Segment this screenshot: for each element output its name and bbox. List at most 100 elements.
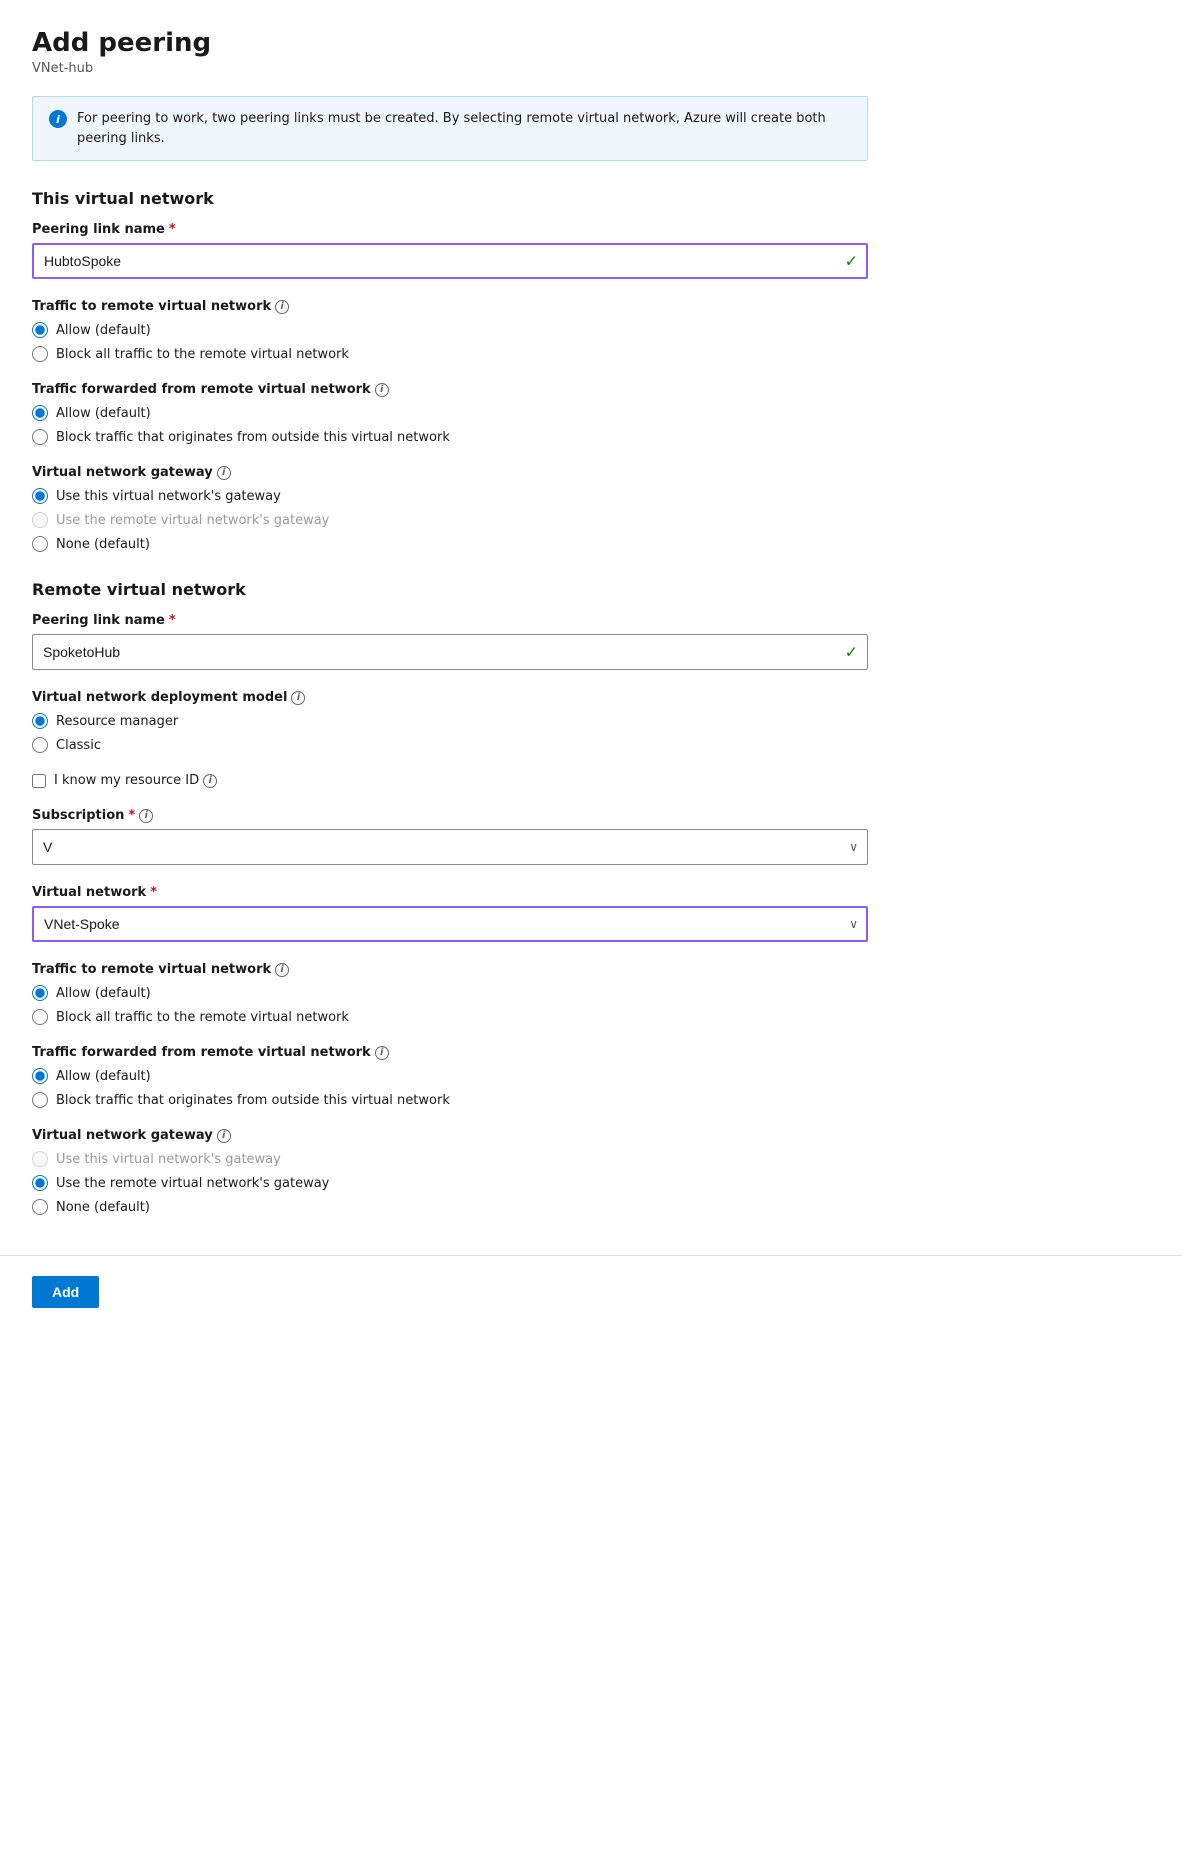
- remote-gateway-remote[interactable]: Use the remote virtual network's gateway: [32, 1175, 868, 1191]
- this-traffic-forwarded-radio-group: Allow (default) Block traffic that origi…: [32, 405, 868, 445]
- remote-peering-link-name-label: Peering link name *: [32, 613, 868, 628]
- subscription-info-icon[interactable]: i: [139, 809, 153, 823]
- remote-virtual-network-section: Remote virtual network Peering link name…: [32, 580, 868, 1215]
- remote-vnet-gateway-label: Virtual network gateway i: [32, 1128, 868, 1143]
- this-peering-link-name-input[interactable]: [32, 243, 868, 279]
- virtual-network-group: Virtual network * VNet-Spoke ∨: [32, 885, 868, 942]
- this-traffic-forwarded-label: Traffic forwarded from remote virtual ne…: [32, 382, 868, 397]
- remote-traffic-remote-group: Traffic to remote virtual network i Allo…: [32, 962, 868, 1025]
- remote-vnet-section-title: Remote virtual network: [32, 580, 868, 599]
- remote-traffic-forwarded-allow-label: Allow (default): [56, 1069, 151, 1084]
- add-button[interactable]: Add: [32, 1276, 99, 1308]
- remote-traffic-remote-block[interactable]: Block all traffic to the remote virtual …: [32, 1009, 868, 1025]
- deployment-classic[interactable]: Classic: [32, 737, 868, 753]
- deployment-classic-label: Classic: [56, 738, 101, 753]
- remote-gateway-remote-label: Use the remote virtual network's gateway: [56, 1176, 329, 1191]
- this-traffic-remote-block[interactable]: Block all traffic to the remote virtual …: [32, 346, 868, 362]
- remote-peering-link-name-wrapper: ✓: [32, 634, 868, 670]
- remote-peering-link-name-group: Peering link name * ✓: [32, 613, 868, 670]
- remote-traffic-remote-allow[interactable]: Allow (default): [32, 985, 868, 1001]
- virtual-network-select[interactable]: VNet-Spoke: [32, 906, 868, 942]
- remote-gateway-this-label: Use this virtual network's gateway: [56, 1152, 281, 1167]
- remote-vnet-gateway-radio-group: Use this virtual network's gateway Use t…: [32, 1151, 868, 1215]
- this-virtual-network-section: This virtual network Peering link name *…: [32, 189, 868, 552]
- page-subtitle: VNet-hub: [32, 61, 868, 76]
- this-traffic-remote-allow-label: Allow (default): [56, 323, 151, 338]
- page-header: Add peering VNet-hub: [32, 28, 868, 76]
- subscription-group: Subscription * i V ∨: [32, 808, 868, 865]
- this-traffic-forwarded-allow-label: Allow (default): [56, 406, 151, 421]
- this-traffic-remote-group: Traffic to remote virtual network i Allo…: [32, 299, 868, 362]
- traffic-forwarded-info-icon[interactable]: i: [375, 383, 389, 397]
- vnet-required-star: *: [150, 885, 157, 900]
- page-title: Add peering: [32, 28, 868, 59]
- traffic-remote-info-icon[interactable]: i: [275, 300, 289, 314]
- subscription-label: Subscription * i: [32, 808, 868, 823]
- remote-traffic-forwarded-info-icon[interactable]: i: [375, 1046, 389, 1060]
- this-gateway-this-label: Use this virtual network's gateway: [56, 489, 281, 504]
- remote-traffic-remote-allow-label: Allow (default): [56, 986, 151, 1001]
- info-banner: For peering to work, two peering links m…: [32, 96, 868, 161]
- deployment-model-group: Virtual network deployment model i Resou…: [32, 690, 868, 753]
- this-traffic-remote-label: Traffic to remote virtual network i: [32, 299, 868, 314]
- remote-traffic-forwarded-block[interactable]: Block traffic that originates from outsi…: [32, 1092, 868, 1108]
- virtual-network-select-wrapper: VNet-Spoke ∨: [32, 906, 868, 942]
- remote-traffic-forwarded-block-label: Block traffic that originates from outsi…: [56, 1093, 450, 1108]
- this-gateway-this[interactable]: Use this virtual network's gateway: [32, 488, 868, 504]
- remote-required-star: *: [169, 613, 176, 628]
- this-peering-link-name-group: Peering link name * ✓: [32, 222, 868, 279]
- remote-traffic-forwarded-label: Traffic forwarded from remote virtual ne…: [32, 1045, 868, 1060]
- deployment-model-info-icon[interactable]: i: [291, 691, 305, 705]
- remote-traffic-remote-block-label: Block all traffic to the remote virtual …: [56, 1010, 349, 1025]
- remote-traffic-remote-info-icon[interactable]: i: [275, 963, 289, 977]
- subscription-select[interactable]: V: [32, 829, 868, 865]
- this-peering-link-name-label: Peering link name *: [32, 222, 868, 237]
- this-traffic-forwarded-block-label: Block traffic that originates from outsi…: [56, 430, 450, 445]
- this-gateway-remote[interactable]: Use the remote virtual network's gateway: [32, 512, 868, 528]
- remote-traffic-remote-radio-group: Allow (default) Block all traffic to the…: [32, 985, 868, 1025]
- info-banner-text: For peering to work, two peering links m…: [77, 109, 851, 148]
- footer: Add: [0, 1255, 1182, 1328]
- deployment-rm[interactable]: Resource manager: [32, 713, 868, 729]
- this-gateway-none[interactable]: None (default): [32, 536, 868, 552]
- remote-gateway-this[interactable]: Use this virtual network's gateway: [32, 1151, 868, 1167]
- this-vnet-section-title: This virtual network: [32, 189, 868, 208]
- resource-id-checkbox-input[interactable]: [32, 774, 46, 788]
- this-traffic-remote-allow[interactable]: Allow (default): [32, 322, 868, 338]
- resource-id-info-icon[interactable]: i: [203, 774, 217, 788]
- this-vnet-gateway-label: Virtual network gateway i: [32, 465, 868, 480]
- deployment-model-label: Virtual network deployment model i: [32, 690, 868, 705]
- required-star: *: [169, 222, 176, 237]
- info-icon: [49, 110, 67, 128]
- subscription-select-wrapper: V ∨: [32, 829, 868, 865]
- remote-gateway-none-label: None (default): [56, 1200, 150, 1215]
- this-gateway-remote-label: Use the remote virtual network's gateway: [56, 513, 329, 528]
- deployment-model-radio-group: Resource manager Classic: [32, 713, 868, 753]
- resource-id-checkbox-label: I know my resource ID i: [54, 773, 217, 788]
- this-traffic-forwarded-group: Traffic forwarded from remote virtual ne…: [32, 382, 868, 445]
- deployment-rm-label: Resource manager: [56, 714, 178, 729]
- remote-traffic-forwarded-allow[interactable]: Allow (default): [32, 1068, 868, 1084]
- this-peering-link-name-wrapper: ✓: [32, 243, 868, 279]
- this-vnet-gateway-radio-group: Use this virtual network's gateway Use t…: [32, 488, 868, 552]
- this-vnet-gateway-group: Virtual network gateway i Use this virtu…: [32, 465, 868, 552]
- remote-input-valid-icon: ✓: [845, 643, 858, 662]
- remote-gateway-info-icon[interactable]: i: [217, 1129, 231, 1143]
- remote-traffic-remote-label: Traffic to remote virtual network i: [32, 962, 868, 977]
- subscription-required-star: *: [128, 808, 135, 823]
- this-gateway-none-label: None (default): [56, 537, 150, 552]
- remote-peering-link-name-input[interactable]: [32, 634, 868, 670]
- remote-traffic-forwarded-radio-group: Allow (default) Block traffic that origi…: [32, 1068, 868, 1108]
- remote-traffic-forwarded-group: Traffic forwarded from remote virtual ne…: [32, 1045, 868, 1108]
- resource-id-checkbox[interactable]: I know my resource ID i: [32, 773, 868, 788]
- vnet-gateway-info-icon[interactable]: i: [217, 466, 231, 480]
- input-valid-icon: ✓: [845, 252, 858, 271]
- virtual-network-label: Virtual network *: [32, 885, 868, 900]
- this-traffic-remote-radio-group: Allow (default) Block all traffic to the…: [32, 322, 868, 362]
- this-traffic-remote-block-label: Block all traffic to the remote virtual …: [56, 347, 349, 362]
- resource-id-checkbox-group: I know my resource ID i: [32, 773, 868, 788]
- this-traffic-forwarded-allow[interactable]: Allow (default): [32, 405, 868, 421]
- this-traffic-forwarded-block[interactable]: Block traffic that originates from outsi…: [32, 429, 868, 445]
- remote-vnet-gateway-group: Virtual network gateway i Use this virtu…: [32, 1128, 868, 1215]
- remote-gateway-none[interactable]: None (default): [32, 1199, 868, 1215]
